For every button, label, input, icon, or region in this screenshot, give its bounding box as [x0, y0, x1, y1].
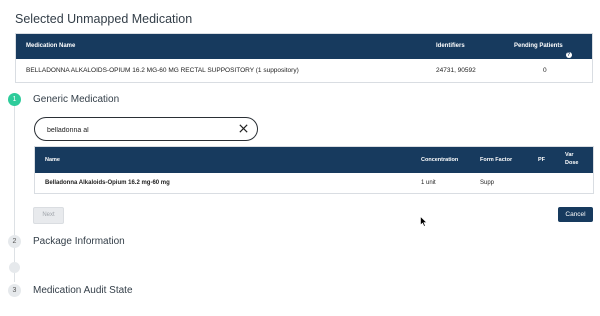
column-header-var: Var	[565, 152, 574, 158]
column-header-form-factor: Form Factor	[480, 157, 513, 163]
step-1-indicator: 1	[8, 93, 21, 106]
step-2-label[interactable]: Package Information	[33, 236, 125, 247]
identifiers-cell: 24731, 90592	[436, 67, 476, 74]
column-header-concentration: Concentration	[421, 157, 459, 163]
column-header-identifiers: Identifiers	[436, 43, 465, 49]
step-connector-dot	[9, 262, 20, 273]
table-header: Medication Name Identifiers Pending Pati…	[16, 34, 592, 59]
mouse-cursor-icon	[420, 216, 428, 227]
cancel-button[interactable]: Cancel	[558, 207, 593, 222]
results-header: Name Concentration Form Factor PF Var Do…	[35, 147, 593, 173]
step-2-indicator: 2	[8, 235, 21, 248]
page-title: Selected Unmapped Medication	[15, 12, 193, 26]
result-name-cell[interactable]: Belladonna Alkaloids-Opium 16.2 mg-60 mg	[45, 180, 170, 186]
step-1-label[interactable]: Generic Medication	[33, 94, 119, 105]
next-button[interactable]: Next	[33, 207, 64, 224]
medication-name-cell: BELLADONNA ALKALOIDS-OPIUM 16.2 MG-60 MG…	[26, 67, 299, 74]
stepper-line	[14, 104, 15, 282]
pending-patients-label: Pending Patients	[514, 43, 563, 49]
step-3-indicator: 3	[8, 284, 21, 297]
result-concentration-cell: 1 unit	[421, 180, 436, 186]
step-3-label[interactable]: Medication Audit State	[33, 285, 133, 296]
column-header-pending-patients: Pending Patients?	[514, 43, 572, 58]
column-header-dose: Dose	[565, 160, 579, 166]
column-header-pf: PF	[538, 157, 546, 163]
search-input[interactable]	[45, 122, 239, 138]
question-circle-icon[interactable]: ?	[565, 52, 572, 58]
pending-patients-cell: 0	[543, 67, 547, 74]
table-row[interactable]: Belladonna Alkaloids-Opium 16.2 mg-60 mg…	[35, 173, 593, 193]
column-header-name: Name	[45, 157, 60, 163]
result-form-factor-cell: Supp	[480, 180, 495, 186]
table-row: BELLADONNA ALKALOIDS-OPIUM 16.2 MG-60 MG…	[16, 59, 592, 82]
unmapped-medication-table: Medication Name Identifiers Pending Pati…	[15, 33, 593, 83]
column-header-medication-name: Medication Name	[26, 43, 76, 49]
close-icon[interactable]	[238, 123, 249, 134]
generic-medication-results-table: Name Concentration Form Factor PF Var Do…	[34, 146, 594, 194]
medication-search-field[interactable]	[34, 117, 258, 141]
